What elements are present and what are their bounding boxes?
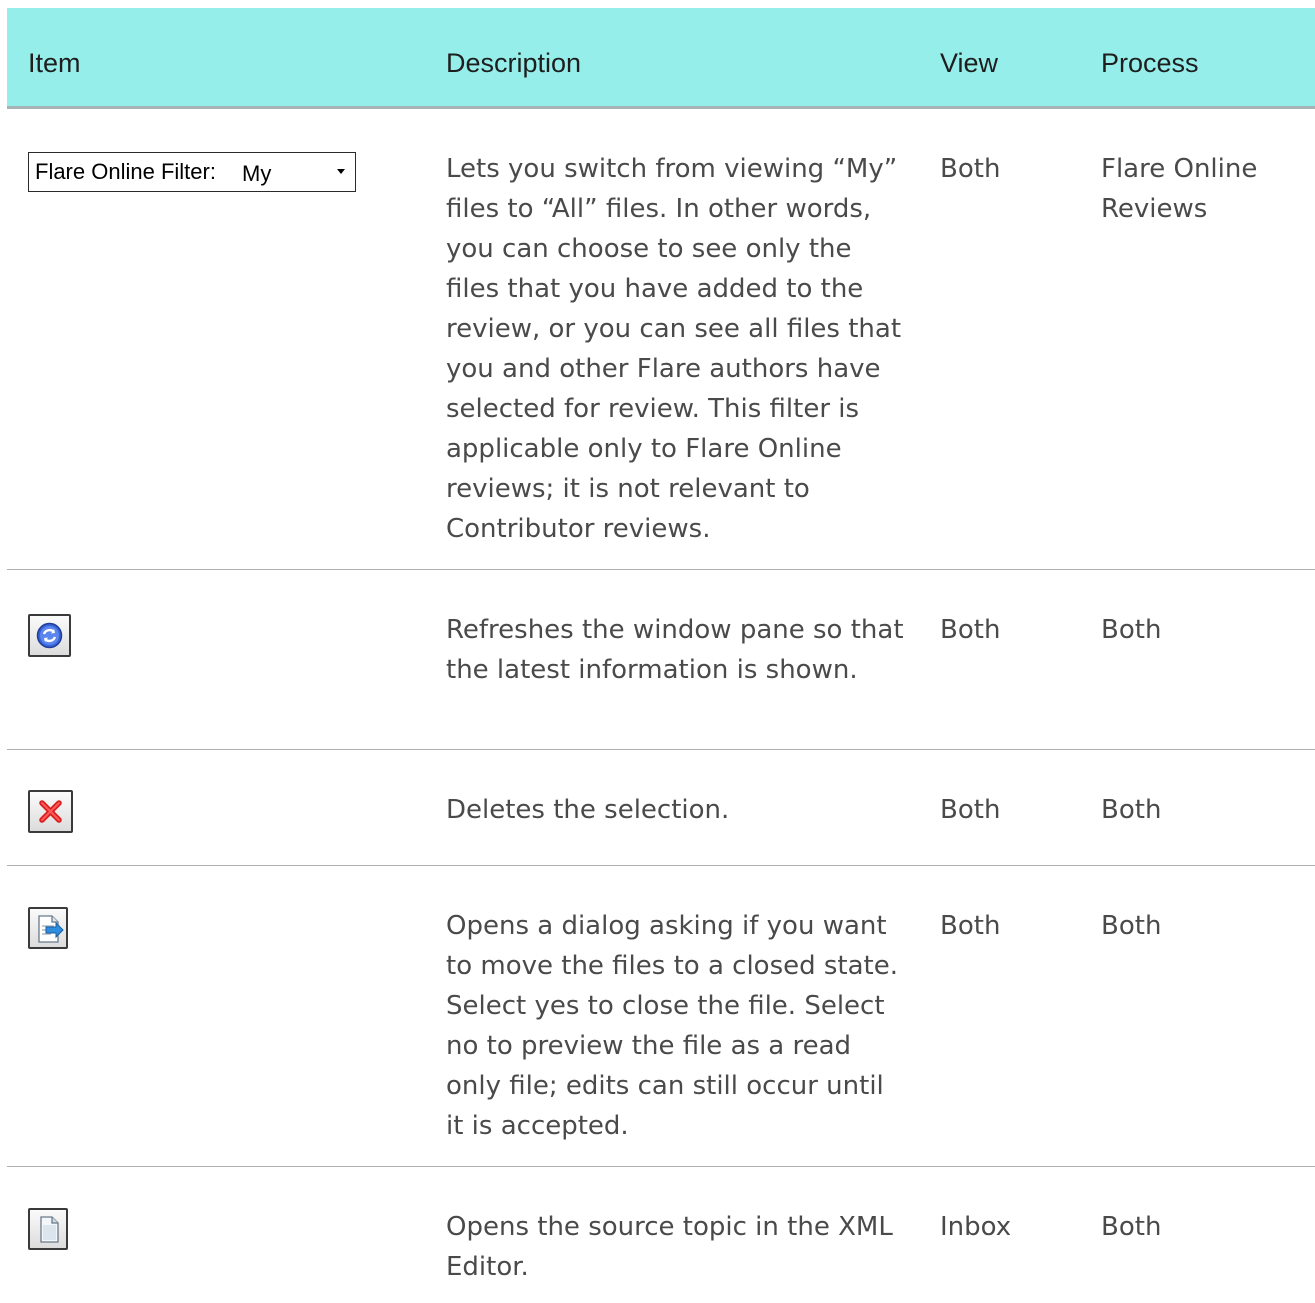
row-process: Both (1101, 911, 1162, 941)
row-description: Opens a dialog asking if you want to mov… (446, 911, 899, 1141)
delete-icon[interactable] (28, 790, 73, 833)
row-view: Inbox (940, 1212, 1012, 1242)
row-description: Refreshes the window pane so that the la… (446, 615, 904, 685)
chevron-down-icon (337, 169, 345, 174)
table-row: Refreshes the window pane so that the la… (7, 570, 1315, 750)
filter-label: Flare Online Filter: (35, 159, 216, 184)
flare-online-filter-dropdown[interactable]: Flare Online Filter: My (28, 152, 356, 192)
row-description: Deletes the selection. (446, 795, 730, 825)
page: Item Description View Process Flare Onli… (0, 0, 1315, 1303)
header-process: Process (1101, 48, 1199, 78)
row-process: Flare Online Reviews (1101, 154, 1258, 224)
row-view: Both (940, 795, 1001, 825)
row-process: Both (1101, 1212, 1162, 1242)
filter-value: My (242, 161, 272, 186)
open-source-topic-icon[interactable] (28, 1208, 68, 1250)
header-view: View (940, 48, 999, 78)
review-toolbar-table: Item Description View Process Flare Onli… (7, 8, 1315, 1303)
header-description: Description (446, 48, 582, 78)
table-row: Deletes the selection. Both Both (7, 750, 1315, 866)
row-view: Both (940, 154, 1001, 184)
row-process: Both (1101, 795, 1162, 825)
refresh-icon[interactable] (28, 614, 71, 657)
row-description: Opens the source topic in the XML Editor… (446, 1212, 893, 1282)
row-description: Lets you switch from viewing “My” files … (446, 154, 902, 544)
table-header: Item Description View Process (7, 8, 1315, 109)
row-process: Both (1101, 615, 1162, 645)
header-item: Item (28, 48, 81, 78)
row-view: Both (940, 615, 1001, 645)
table-row: Flare Online Filter: My Lets you switch … (7, 109, 1315, 570)
open-review-file-icon[interactable] (28, 907, 68, 949)
table-row: Opens the source topic in the XML Editor… (7, 1167, 1315, 1303)
row-view: Both (940, 911, 1001, 941)
table-row: Opens a dialog asking if you want to mov… (7, 866, 1315, 1167)
